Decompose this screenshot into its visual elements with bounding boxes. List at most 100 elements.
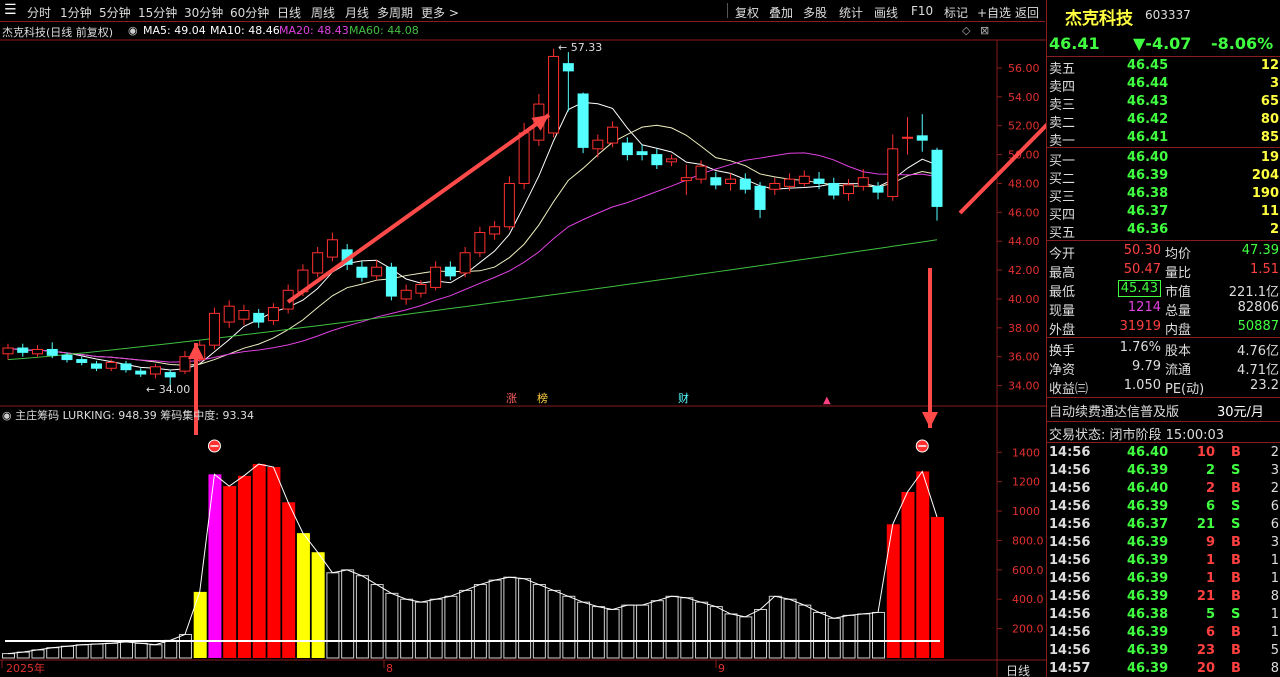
indicator-bar <box>754 609 768 659</box>
candle-body <box>444 266 456 277</box>
fundamental-label: 换手 <box>1049 344 1076 359</box>
tick-row: 14:56 46.39 1 B 1 <box>1047 570 1280 588</box>
candle-body <box>651 154 663 166</box>
tick-count: 8 <box>1270 661 1279 676</box>
indicator-tick-label: 400.0 <box>1012 593 1044 606</box>
tick-count: 3 <box>1270 535 1279 550</box>
ask-volume: 3 <box>1269 76 1279 91</box>
stock-code: 603337 <box>1145 8 1191 22</box>
stat-row: 外盘 31919 内盘 50887 <box>1047 318 1280 338</box>
tick-count: 1 <box>1270 553 1279 568</box>
tick-count: 5 <box>1270 643 1279 658</box>
indicator-bar <box>739 616 753 659</box>
candle-body <box>813 178 825 184</box>
candle-body <box>400 289 412 300</box>
tick-volume: 10 <box>1196 445 1215 460</box>
candle-body <box>415 284 427 294</box>
tick-volume: 20 <box>1196 661 1215 676</box>
indicator-bar <box>798 604 812 659</box>
promo-row[interactable]: 自动续费通达信普及版 30元/月 <box>1047 400 1280 420</box>
indicator-bar <box>872 611 886 659</box>
fundamental-value: 4.71亿 <box>1237 363 1279 378</box>
indicator-bar <box>252 464 266 658</box>
indicator-bar <box>562 595 576 659</box>
tick-count: 1 <box>1270 571 1279 586</box>
indicator-bar <box>857 613 871 659</box>
tick-side: B <box>1231 445 1241 460</box>
fundamental-value: 1.050 <box>1123 378 1161 393</box>
tick-volume: 9 <box>1205 535 1215 550</box>
bid-volume: 190 <box>1251 186 1279 201</box>
candle-body <box>312 252 324 274</box>
tick-price: 46.39 <box>1127 643 1169 658</box>
indicator-bar <box>2 653 15 659</box>
indicator-toggle-icon[interactable]: ◉ <box>2 409 12 422</box>
tick-volume: 23 <box>1196 643 1215 658</box>
promo-price[interactable]: 30元/月 <box>1217 401 1264 420</box>
ask-volume: 12 <box>1260 58 1279 73</box>
tick-count: 6 <box>1270 499 1279 514</box>
candle-body <box>503 182 515 228</box>
price-tick-label: 36.00 <box>1008 351 1040 364</box>
ma60-line <box>7 239 938 361</box>
tick-side: B <box>1231 589 1241 604</box>
price-tick-label: 42.00 <box>1008 264 1040 277</box>
tick-time: 14:56 <box>1049 463 1091 478</box>
fundamental-row: 换手 1.76% 股本 4.76亿 <box>1047 339 1280 359</box>
date-label: 9 <box>718 662 725 675</box>
tick-side: S <box>1231 463 1241 478</box>
indicator-bar <box>724 613 738 659</box>
candle-body <box>739 178 751 190</box>
tick-price: 46.39 <box>1127 661 1169 676</box>
candle-body <box>120 363 132 371</box>
stat-value: 50887 <box>1237 319 1279 334</box>
indicator-bar <box>842 614 856 659</box>
tick-volume: 2 <box>1205 463 1215 478</box>
candle-body <box>636 151 648 156</box>
candle-body <box>784 178 796 187</box>
tick-volume: 5 <box>1205 607 1215 622</box>
tick-row: 14:56 46.39 23 B 5 <box>1047 642 1280 660</box>
tick-price: 46.39 <box>1127 589 1169 604</box>
indicator-tick-label: 1200 <box>1012 476 1040 489</box>
tick-row: 14:56 46.40 10 B 2 <box>1047 444 1280 462</box>
bid-price: 46.40 <box>1127 150 1169 165</box>
candle-body <box>164 372 176 378</box>
indicator-bar <box>606 609 620 659</box>
price-change: ▼-4.07 <box>1133 34 1192 53</box>
stat-value: 50.47 <box>1123 262 1161 277</box>
tick-price: 46.39 <box>1127 553 1169 568</box>
candle-body <box>680 177 692 182</box>
indicator-bar <box>193 591 207 658</box>
bottom-tab-daily[interactable]: 日线 <box>1006 662 1030 677</box>
indicator-bar <box>237 475 251 658</box>
indicator-bar <box>591 606 605 659</box>
bid-volume: 204 <box>1251 168 1279 183</box>
price-tick-label: 34.00 <box>1008 380 1040 393</box>
indicator-bar <box>813 611 827 659</box>
tick-row: 14:56 46.39 6 S 6 <box>1047 498 1280 516</box>
tick-count: 1 <box>1270 625 1279 640</box>
tick-side: B <box>1231 553 1241 568</box>
promo-text[interactable]: 自动续费通达信普及版 <box>1049 401 1179 420</box>
indicator-bar <box>134 642 148 659</box>
kline-chart[interactable]: 56.0054.0052.0050.0048.0046.0044.0042.00… <box>0 0 1046 677</box>
candle-body <box>2 347 14 355</box>
stat-value: 221.1亿 <box>1228 285 1279 300</box>
bid-row: 买三 46.38 190 <box>1047 185 1280 205</box>
indicator-bar <box>311 552 325 658</box>
candle-body <box>208 312 220 346</box>
candle-body <box>666 158 678 163</box>
indicator-bar <box>414 601 428 659</box>
ask-volume: 85 <box>1260 130 1279 145</box>
indicator-bar <box>149 644 163 659</box>
event-marker: 财 <box>678 391 689 405</box>
indicator-bar <box>547 589 561 659</box>
trade-status: 交易状态: 闭市阶段 15:00:03 <box>1047 423 1280 443</box>
ask-row: 卖二 46.42 80 <box>1047 111 1280 131</box>
indicator-bar <box>282 502 296 658</box>
ma20-line <box>7 152 938 363</box>
stat-label: 今开 <box>1049 247 1076 262</box>
indicator-tick-label: 800.0 <box>1012 534 1044 547</box>
bid-price: 46.37 <box>1127 204 1169 219</box>
